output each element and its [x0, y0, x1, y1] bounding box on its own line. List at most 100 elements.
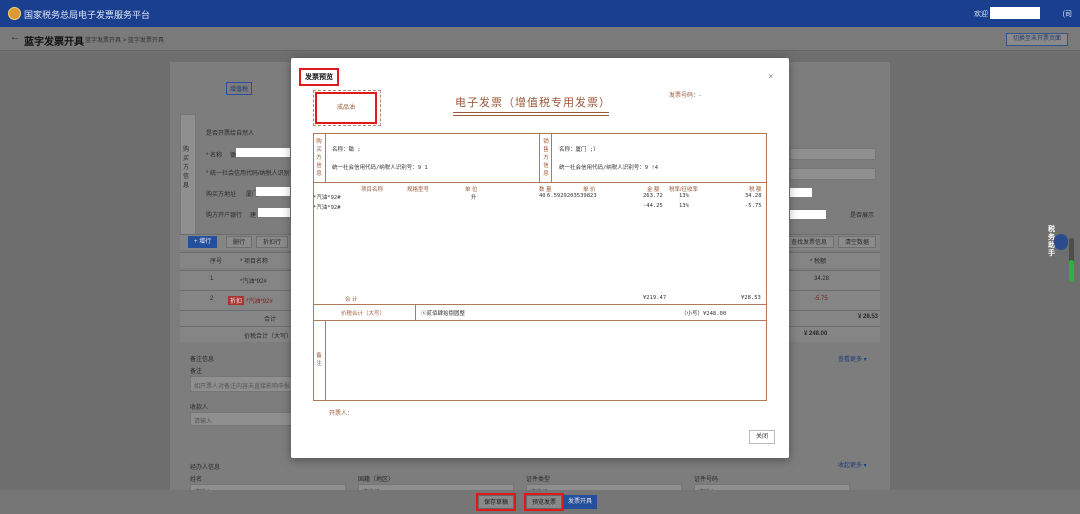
page-title: 蓝字发票开具: [24, 37, 84, 48]
divider: [313, 304, 767, 305]
seller-name: 名称：厦门 ;司: [559, 147, 599, 153]
buyer-side-label: 购买方信息: [316, 139, 322, 177]
divider: [325, 320, 326, 401]
item-2-rate: 13%: [679, 203, 689, 209]
divider: [551, 133, 552, 182]
preview-invoice-button[interactable]: 预览发票: [523, 493, 565, 511]
remark-label: 备注: [190, 369, 203, 375]
issue-invoice-button[interactable]: 发票开具: [563, 495, 598, 509]
agent-idtype-label: 证件类型: [526, 477, 551, 483]
natural-person-checkbox[interactable]: 是否开票给自然人: [206, 128, 254, 137]
col-tax: 税 额: [749, 187, 762, 193]
col-amount: 金 额: [647, 187, 660, 193]
tax-bureau-logo-icon: [8, 7, 21, 20]
row-2-name[interactable]: *汽油*92#: [246, 296, 273, 305]
top-header: 国家税务总局电子发票服务平台 欢迎 (司: [0, 0, 1080, 27]
col-item-name: * 项目名称: [240, 259, 269, 265]
row-1-index: 1: [210, 276, 214, 282]
bank-label: 购方开户银行: [206, 213, 243, 219]
close-button[interactable]: 关闭: [749, 430, 775, 444]
add-row-button[interactable]: + 增行: [188, 236, 218, 248]
item-1-unit: 升: [471, 195, 477, 201]
invoice-number: 发票号码：-: [669, 93, 701, 99]
address-label: 购买方地址: [206, 192, 237, 198]
grand-label: 价税合计（大写）: [244, 334, 293, 340]
invoice-total-tax: ¥28.53: [741, 295, 761, 301]
total-label: 合计: [264, 317, 277, 323]
remark-placeholder: 如开票人对备注内容未直接影响申报...: [194, 384, 296, 390]
row-2-tax: -5.75: [814, 296, 828, 302]
agent-name-label: 姓名: [190, 477, 203, 483]
seller-taxid-field[interactable]: [790, 168, 876, 180]
divider: [313, 320, 767, 321]
item-1-amount: 263.72: [643, 193, 663, 199]
title-underline: [453, 115, 609, 116]
invoice-preview-modal: 发票预览 × 成品油 电子发票（增值税专用发票） 发票号码：- 购买方信息 销售…: [291, 58, 789, 458]
payee-label: 收款人: [190, 405, 209, 411]
user-name-redacted[interactable]: [990, 7, 1040, 19]
seller-bank-redacted: [790, 210, 826, 219]
switch-page-button[interactable]: 切换至未开票页面: [1005, 33, 1068, 46]
item-1-price: 6.5929203539823: [547, 193, 597, 199]
robot-side-bar-fill: [1069, 260, 1074, 282]
seller-side-label: 销售方信息: [543, 139, 549, 177]
bank-redacted: [258, 208, 290, 217]
invoice-document: 成品油 电子发票（增值税专用发票） 发票号码：- 购买方信息 销售方信息 名称：…: [313, 82, 769, 422]
buyer-taxid: 统一社会信用代码/纳税人识别号：9 1: [332, 165, 428, 171]
row-2-index: 2: [210, 296, 214, 302]
taxid-label: * 统一社会信用代码/纳税人识别号: [206, 171, 296, 177]
back-arrow-icon[interactable]: ←: [10, 32, 20, 43]
breadcrumb[interactable]: 蓝字发票开具 > 蓝字发票开具: [85, 35, 164, 44]
save-draft-button[interactable]: 保存草稿: [475, 493, 517, 511]
item-1-name: *汽油*92#: [313, 195, 341, 201]
bank-value[interactable]: 建: [250, 210, 256, 219]
title-underline: [453, 112, 609, 113]
discount-badge: 折扣: [228, 296, 245, 305]
find-invoice-button[interactable]: 查找发票信息: [784, 236, 835, 248]
page-header: ← 蓝字发票开具 蓝字发票开具 > 蓝字发票开具 切换至未开票页面: [0, 27, 1080, 51]
address-redacted: [256, 187, 290, 196]
remark-section-title: 备注信息: [190, 357, 215, 363]
agent-section-title: 经办人信息: [190, 465, 221, 471]
item-1-tax: 34.28: [745, 193, 762, 199]
divider: [539, 133, 540, 182]
divider: [325, 133, 326, 182]
agent-idno-label: 证件号码: [694, 477, 719, 483]
discount-row-button[interactable]: 折扣行: [256, 236, 289, 248]
seller-name-redacted: [595, 143, 645, 152]
col-item-name: 项目名称: [361, 187, 384, 193]
grand-total-words: ⓧ贰佰肆拾捌圆整: [421, 311, 466, 317]
col-price: 单 价: [583, 187, 596, 193]
grand-total-label: 价税合计（大写）: [341, 311, 386, 317]
seller-address-redacted: [790, 188, 812, 197]
assistant-robot-icon[interactable]: 税务助手: [1048, 222, 1074, 284]
buyer-section-label: 购买方信息: [183, 147, 190, 189]
user-suffix: (司: [1062, 11, 1072, 18]
row-1-tax: 34.28: [814, 276, 830, 282]
show-toggle[interactable]: 是否展示: [850, 210, 874, 219]
close-icon[interactable]: ×: [768, 72, 773, 81]
divider: [415, 304, 416, 320]
user-greeting: 欢迎: [974, 11, 988, 18]
robot-head-icon: [1054, 234, 1068, 250]
item-2-name: *汽油*92#: [313, 205, 341, 211]
seller-name-field[interactable]: [790, 148, 876, 160]
clear-data-button[interactable]: 清空数据: [838, 236, 877, 248]
col-spec: 规格型号: [407, 187, 430, 193]
invoice-title: 电子发票（增值税专用发票）: [455, 96, 611, 109]
col-index: 序号: [210, 259, 223, 265]
name-label: * 名称: [206, 153, 223, 159]
remark-more-link[interactable]: 查看更多 ▾: [838, 354, 867, 363]
col-tax: * 税额: [810, 259, 827, 265]
col-rate: 税率/征收率: [669, 187, 699, 193]
grand-total-figure: （小写）¥248.00: [681, 311, 727, 317]
drawer-label: 开票人：: [329, 411, 354, 417]
preview-tag: 增值税: [226, 82, 253, 95]
payee-placeholder: 请输入: [194, 419, 213, 425]
delete-row-button[interactable]: 删行: [226, 236, 253, 248]
agent-more-link[interactable]: 收起更多 ▾: [838, 460, 867, 469]
row-1-name[interactable]: *汽油*92#: [240, 276, 267, 285]
agent-country-label: 国籍（地区）: [358, 477, 395, 483]
seller-taxid: 统一社会信用代码/纳税人识别号：9 !4: [559, 165, 659, 171]
col-qty: 数 量: [539, 187, 552, 193]
